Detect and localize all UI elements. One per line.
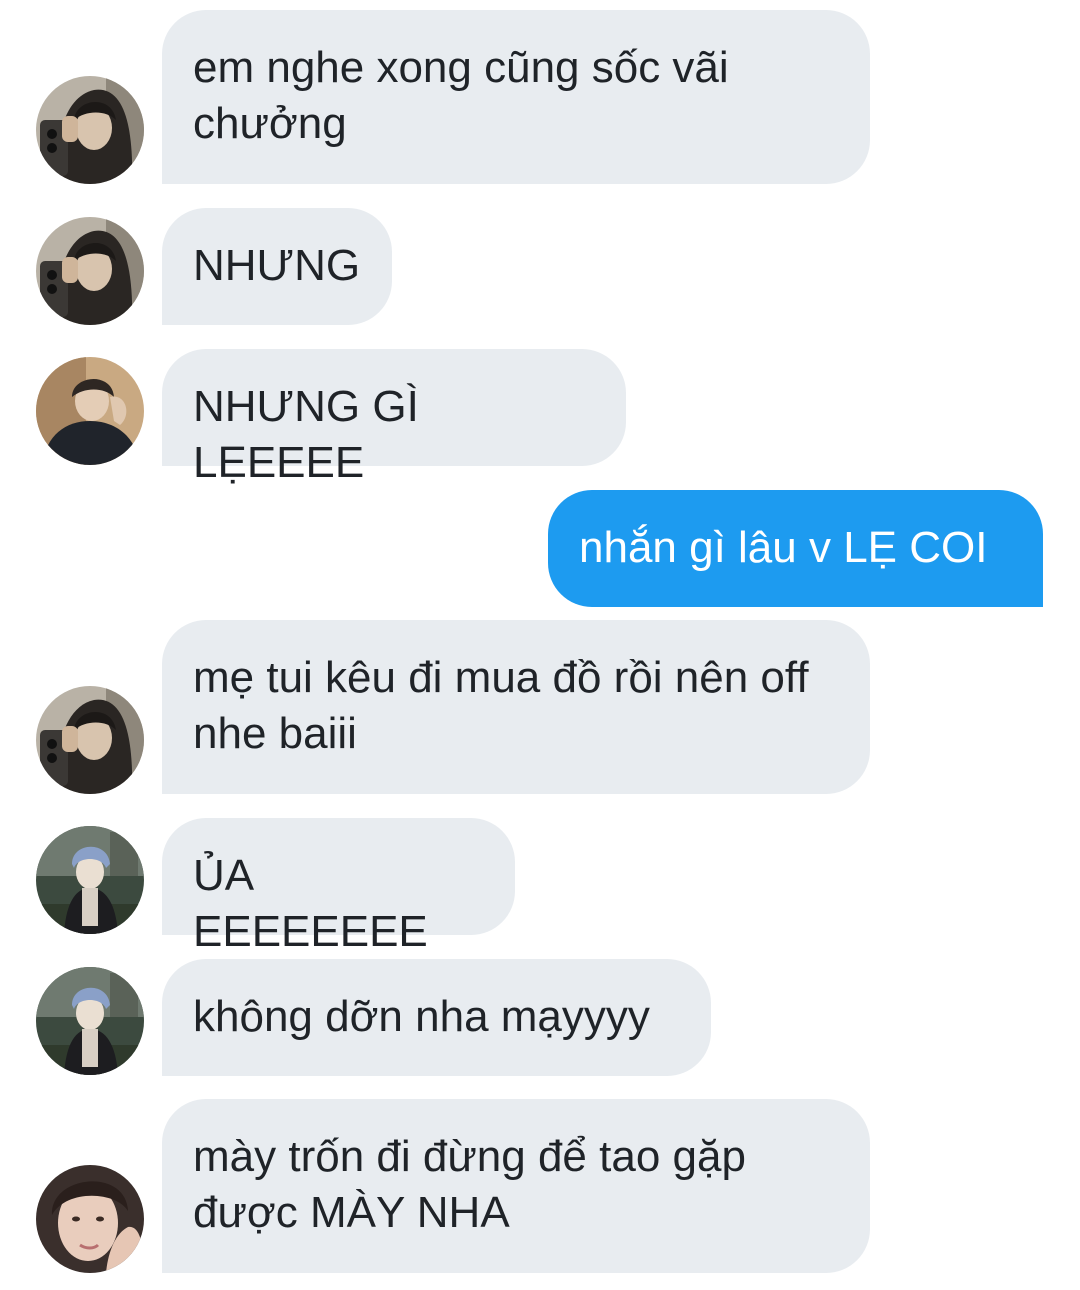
avatar-hooded-selfie-image <box>36 217 144 325</box>
avatar-blue-hat-park[interactable] <box>36 826 144 934</box>
incoming-message-bubble[interactable]: ỦA EEEEEEEE <box>162 818 515 956</box>
incoming-message-bubble[interactable]: mẹ tui kêu đi mua đồ rồi nên off nhe bai… <box>162 620 870 794</box>
outgoing-message-bubble[interactable]: nhắn gì lâu v LẸ COI <box>548 490 1043 607</box>
incoming-message-bubble[interactable]: NHƯNG <box>162 208 392 325</box>
avatar-hooded-selfie-image <box>36 76 144 184</box>
incoming-message-bubble[interactable]: mày trốn đi đừng để tao gặp được MÀY NHA <box>162 1099 870 1273</box>
avatar-hand-on-face-image <box>36 1165 144 1273</box>
avatar-blue-hat-park-image <box>36 826 144 934</box>
avatar-blue-hat-park-image <box>36 967 144 1075</box>
incoming-message-bubble[interactable]: không dỡn nha mạyyyy <box>162 959 711 1076</box>
avatar-hooded-selfie[interactable] <box>36 686 144 794</box>
avatar-hand-on-face[interactable] <box>36 1165 144 1273</box>
incoming-message-bubble[interactable]: em nghe xong cũng sốc vãi chưởng <box>162 10 870 184</box>
avatar-hooded-selfie[interactable] <box>36 217 144 325</box>
incoming-message-bubble[interactable]: NHƯNG GÌ LẸEEEE <box>162 349 626 487</box>
avatar-blue-hat-park[interactable] <box>36 967 144 1075</box>
avatar-boy-dark-jacket[interactable] <box>36 357 144 465</box>
avatar-boy-dark-jacket-image <box>36 357 144 465</box>
avatar-hooded-selfie[interactable] <box>36 76 144 184</box>
avatar-hooded-selfie-image <box>36 686 144 794</box>
